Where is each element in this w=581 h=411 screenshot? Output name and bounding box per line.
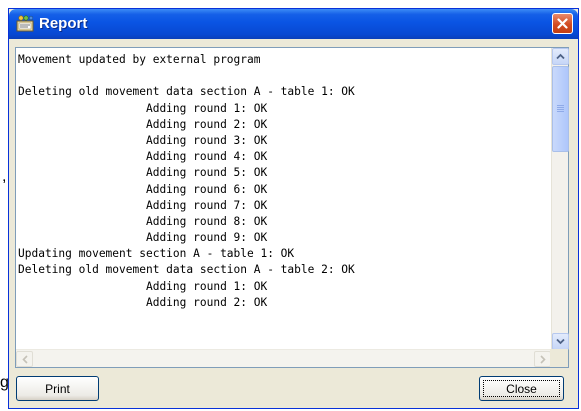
report-line: Adding round 4: OK xyxy=(18,150,268,164)
report-line: Adding round 2: OK xyxy=(18,117,268,131)
chevron-left-icon xyxy=(22,355,28,364)
report-line: Adding round 3: OK xyxy=(18,133,268,147)
report-line: Adding round 1: OK xyxy=(18,279,268,293)
background-fragment-comma: , xyxy=(2,168,7,185)
report-line: Deleting old movement data section A - t… xyxy=(18,263,355,277)
report-log: Movement updated by external program Dele… xyxy=(16,48,551,349)
scroll-right-button[interactable] xyxy=(534,351,551,367)
report-line: Adding round 5: OK xyxy=(18,166,268,180)
vertical-scrollbar[interactable] xyxy=(551,48,569,350)
report-line: Deleting old movement data section A - t… xyxy=(18,85,355,99)
report-line: Adding round 1: OK xyxy=(18,101,268,115)
print-button-label: Print xyxy=(45,381,70,396)
report-line: Adding round 8: OK xyxy=(18,214,268,228)
chevron-right-icon xyxy=(540,355,546,364)
report-line xyxy=(18,68,551,84)
chevron-up-icon xyxy=(556,53,565,60)
report-line: Updating movement section A - table 1: O… xyxy=(18,247,295,261)
chevron-down-icon xyxy=(556,338,565,345)
report-line: Adding round 7: OK xyxy=(18,198,268,212)
report-line: Adding round 6: OK xyxy=(18,182,268,196)
close-x-icon[interactable] xyxy=(552,13,573,34)
report-line: Adding round 2: OK xyxy=(18,295,268,309)
close-button[interactable]: Close xyxy=(479,376,564,401)
scroll-up-button[interactable] xyxy=(552,48,569,65)
window-title: Report xyxy=(39,15,88,32)
report-line: Movement updated by external program xyxy=(18,53,261,66)
horizontal-scrollbar[interactable] xyxy=(16,349,551,367)
print-button[interactable]: Print xyxy=(16,376,99,401)
scroll-left-button[interactable] xyxy=(16,351,33,367)
scroll-down-button[interactable] xyxy=(552,333,569,350)
report-line: Adding round 9: OK xyxy=(18,231,268,245)
scroll-thumb[interactable] xyxy=(552,66,569,152)
report-window: Report Movement updated by external prog… xyxy=(8,8,579,409)
report-window-icon xyxy=(16,15,34,32)
title-bar[interactable]: Report xyxy=(9,9,578,39)
focus-rectangle xyxy=(483,380,560,397)
report-text-area[interactable]: Movement updated by external program Dele… xyxy=(15,47,569,368)
scrollbar-corner xyxy=(550,349,568,367)
